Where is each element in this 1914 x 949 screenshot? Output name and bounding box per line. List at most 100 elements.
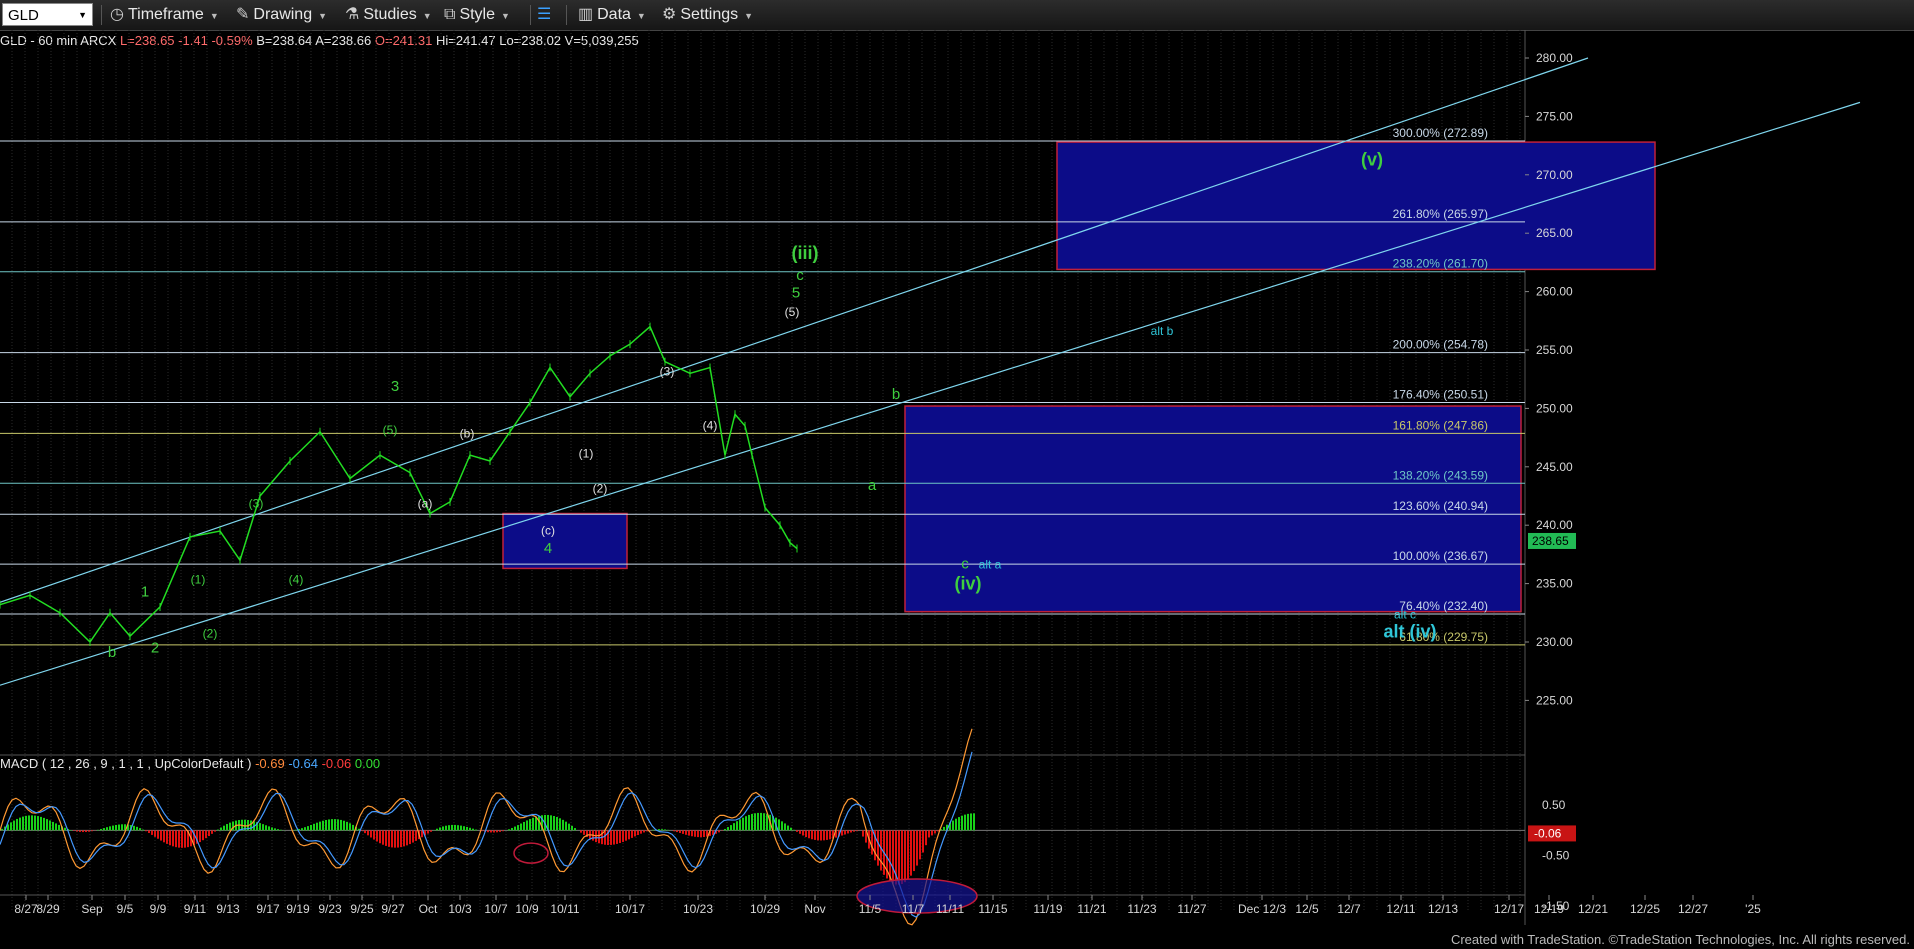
fib-level-label: 238.20% (261.70) [1393, 257, 1488, 271]
x-tick-label: 12/7 [1337, 902, 1361, 916]
style-icon: ⧉ [444, 6, 456, 23]
x-tick-label: 11/7 [902, 902, 925, 916]
footer-credit: Created with TradeStation. ©TradeStation… [1450, 932, 1910, 947]
wave-label: (iv) [955, 573, 982, 593]
y-tick-label: 260.00 [1536, 285, 1573, 299]
wave-label: (4) [289, 573, 304, 587]
y-tick-label: 250.00 [1536, 401, 1573, 415]
x-tick-label: 10/11 [550, 902, 579, 916]
layout-icon: ☰ [537, 6, 552, 23]
y-tick-label: 230.00 [1536, 635, 1573, 649]
chevron-down-icon: ▼ [501, 11, 510, 21]
macd-tick-label: 0.50 [1542, 798, 1566, 812]
y-tick-label: 245.00 [1536, 460, 1573, 474]
drawing-button[interactable]: ✎ Drawing ▼ [236, 4, 327, 26]
symbol-input[interactable]: GLD ▼ [2, 3, 93, 26]
symbol-value: GLD [8, 7, 39, 24]
data-label: Data [597, 6, 631, 23]
wave-label: (3) [249, 497, 264, 511]
x-tick-label: 10/3 [448, 902, 472, 916]
x-tick-label: 9/19 [286, 902, 310, 916]
studies-button[interactable]: ⚗ Studies ▼ [345, 4, 432, 26]
macd-current-label: -0.06 [1534, 826, 1562, 840]
macd-diff-value: -0.06 [321, 756, 352, 771]
wave-label: alt (iv) [1383, 621, 1436, 641]
macd-avg-value: -0.64 [288, 756, 318, 771]
fib-level-label: 176.40% (250.51) [1393, 387, 1488, 401]
wave-label: (c) [541, 524, 555, 538]
wave-label: (5) [785, 305, 800, 319]
y-tick-label: 225.00 [1536, 693, 1573, 707]
bar-chart-icon: ▥ [578, 6, 594, 23]
toolbar-divider [566, 5, 567, 25]
wave-label: 4 [544, 540, 552, 557]
macd-tick-label: -0.50 [1542, 849, 1570, 863]
toolbar-divider [101, 5, 102, 25]
y-tick-label: 255.00 [1536, 343, 1573, 357]
x-tick-label: 10/9 [515, 902, 539, 916]
settings-label: Settings [680, 6, 739, 23]
toolbar: GLD ▼ ◷ Timeframe ▼ ✎ Drawing ▼ ⚗ Studies ▼ ⧉ S… [0, 0, 1914, 31]
x-tick-label: 12/21 [1578, 902, 1608, 916]
timeframe-button[interactable]: ◷ Timeframe ▼ [110, 4, 219, 26]
x-tick-label: 12/25 [1630, 902, 1660, 916]
wave-label: (a) [418, 497, 433, 511]
wave-label: (4) [703, 418, 718, 432]
wave-label: b [108, 644, 116, 661]
x-tick-label: 8/29 [36, 902, 60, 916]
x-tick-label: 12/27 [1678, 902, 1708, 916]
x-tick-label: 11/21 [1077, 902, 1106, 916]
y-tick-label: 280.00 [1536, 51, 1573, 65]
x-tick-label: 12/13 [1428, 902, 1458, 916]
wave-label: b [892, 386, 900, 403]
x-tick-label: 9/5 [117, 902, 134, 916]
data-button[interactable]: ▥ Data ▼ [578, 4, 646, 26]
flask-icon: ⚗ [345, 6, 360, 23]
wave-label: c [961, 555, 969, 572]
x-tick-label: 9/17 [256, 902, 280, 916]
x-tick-label: 12/17 [1494, 902, 1524, 916]
x-tick-label: 9/9 [150, 902, 167, 916]
wave-label: (5) [383, 423, 398, 437]
y-tick-label: 270.00 [1536, 168, 1573, 182]
studies-label: Studies [363, 6, 417, 23]
wave-label: 3 [391, 378, 399, 395]
x-tick-label: 9/13 [216, 902, 240, 916]
chevron-down-icon: ▼ [209, 11, 219, 21]
macd-zero-value: 0.00 [354, 756, 381, 771]
x-tick-label: 11/23 [1127, 902, 1156, 916]
y-tick-label: 235.00 [1536, 577, 1573, 591]
x-tick-label: 11/19 [1033, 902, 1062, 916]
x-tick-label: Sep [81, 902, 103, 916]
x-tick-label: Oct [419, 902, 438, 916]
style-button[interactable]: ⧉ Style ▼ [444, 4, 510, 26]
macd-header: MACD ( 12 , 26 , 9 , 1 , 1 , UpColorDefa… [0, 756, 380, 771]
x-tick-label: 9/23 [318, 902, 342, 916]
chevron-down-icon[interactable]: ▼ [78, 4, 87, 27]
x-tick-label: 10/17 [615, 902, 645, 916]
x-tick-label: 11/11 [936, 902, 965, 916]
wave-label: (b) [460, 427, 475, 441]
wave-label: (iii) [792, 243, 819, 263]
price-chart[interactable]: 300.00% (272.89) 261.80% (265.97) 238.20% … [0, 30, 1914, 930]
chevron-down-icon: ▼ [636, 11, 646, 21]
wave-label: (1) [191, 573, 206, 587]
x-tick-label: 9/11 [184, 902, 207, 916]
fib-level-label: 300.00% (272.89) [1393, 126, 1488, 140]
x-tick-label: 9/27 [381, 902, 405, 916]
wave-label: alt a [979, 557, 1002, 571]
settings-button[interactable]: ⚙ Settings ▼ [662, 4, 753, 26]
wave-label: a [868, 477, 877, 494]
x-tick-label: 12/19 [1534, 902, 1564, 916]
gear-icon: ⚙ [662, 6, 677, 23]
x-tick-label: 8/27 [14, 902, 38, 916]
y-tick-label: 275.00 [1536, 109, 1573, 123]
divergence-ellipse [513, 842, 549, 864]
y-tick-label: 240.00 [1536, 518, 1573, 532]
style-label: Style [459, 6, 496, 23]
layout-button[interactable]: ☰ [537, 4, 551, 26]
x-tick-label: 10/23 [683, 902, 713, 916]
drawing-label: Drawing [253, 6, 313, 23]
x-tick-label: Nov [804, 902, 825, 916]
wave-label: (2) [203, 626, 218, 640]
